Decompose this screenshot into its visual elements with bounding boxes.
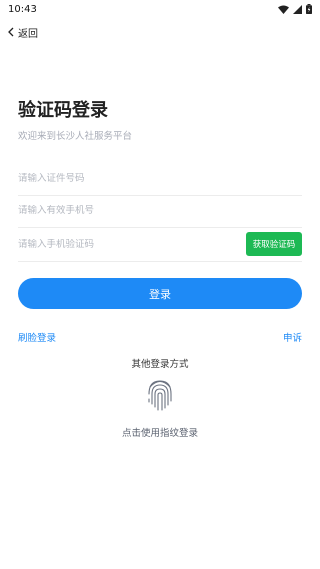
signal-icon xyxy=(293,4,302,14)
other-login-title: 其他登录方式 xyxy=(131,359,189,370)
status-time: 10:43 xyxy=(8,3,37,15)
face-login-link[interactable]: 刷脸登录 xyxy=(18,330,56,344)
back-label: 返回 xyxy=(18,28,38,40)
get-code-button[interactable]: 获取验证码 xyxy=(246,232,302,256)
fingerprint-login-link[interactable]: 点击使用指纹登录 xyxy=(0,425,320,439)
battery-icon xyxy=(306,4,312,14)
phone-input[interactable] xyxy=(18,205,218,216)
login-button[interactable]: 登录 xyxy=(18,278,302,309)
status-icons xyxy=(278,4,312,14)
complaint-link[interactable]: 申诉 xyxy=(283,330,302,344)
phone-field xyxy=(18,194,302,228)
wifi-icon xyxy=(278,5,289,14)
status-bar: 10:43 xyxy=(0,0,320,18)
chevron-left-icon xyxy=(8,27,14,37)
page-subtitle: 欢迎来到长沙人社服务平台 xyxy=(18,131,133,142)
fingerprint-icon[interactable] xyxy=(146,374,174,414)
page-title: 验证码登录 xyxy=(18,100,108,121)
back-button[interactable]: 返回 xyxy=(8,24,38,40)
id-number-field xyxy=(18,162,302,196)
id-number-input[interactable] xyxy=(18,173,218,184)
verification-code-field: 获取验证码 xyxy=(18,228,302,262)
verification-code-input[interactable] xyxy=(18,239,218,250)
